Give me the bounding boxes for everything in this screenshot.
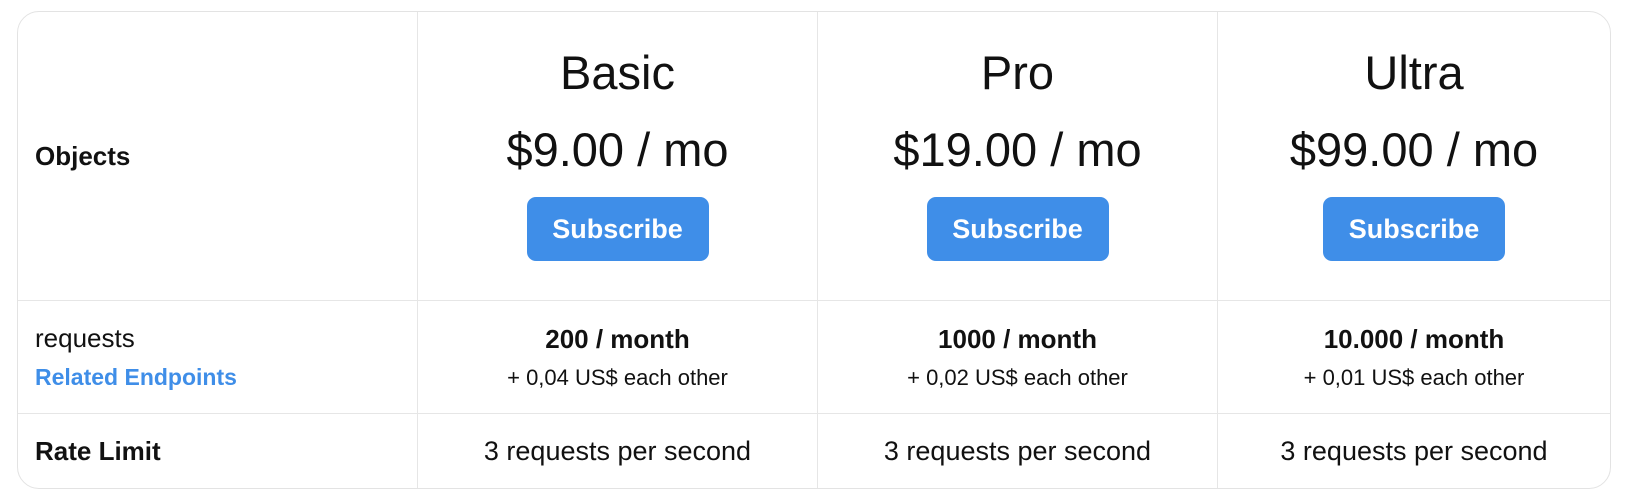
quota-value: 1000 / month bbox=[938, 323, 1097, 354]
rate-limit-label: Rate Limit bbox=[35, 435, 161, 466]
plan-pro-header: Pro $19.00 / mo Subscribe bbox=[818, 12, 1218, 301]
plan-price: $99.00 / mo bbox=[1289, 123, 1539, 176]
header-label-cell: Objects bbox=[18, 12, 418, 301]
rate-limit-pro-cell: 3 requests per second bbox=[818, 414, 1218, 488]
pricing-table: Objects Basic $9.00 / mo Subscribe Pro $… bbox=[17, 11, 1611, 489]
requests-pro-cell: 1000 / month + 0,02 US$ each other bbox=[818, 301, 1218, 414]
overage-value: + 0,04 US$ each other bbox=[507, 364, 728, 390]
rate-limit-value: 3 requests per second bbox=[883, 435, 1152, 466]
plan-price: $19.00 / mo bbox=[893, 123, 1142, 176]
plan-ultra-header: Ultra $99.00 / mo Subscribe bbox=[1218, 12, 1610, 301]
rate-limit-label-cell: Rate Limit bbox=[18, 414, 418, 488]
requests-label-cell: requests Related Endpoints bbox=[18, 301, 418, 414]
requests-label: requests bbox=[35, 323, 135, 353]
plan-name: Ultra bbox=[1364, 46, 1464, 99]
rate-limit-value: 3 requests per second bbox=[483, 435, 752, 466]
quota-value: 10.000 / month bbox=[1323, 323, 1505, 354]
related-endpoints-link[interactable]: Related Endpoints bbox=[35, 364, 237, 391]
quota-value: 200 / month bbox=[545, 323, 690, 354]
rate-limit-ultra-cell: 3 requests per second bbox=[1218, 414, 1610, 488]
requests-basic-cell: 200 / month + 0,04 US$ each other bbox=[418, 301, 818, 414]
plan-basic-header: Basic $9.00 / mo Subscribe bbox=[418, 12, 818, 301]
objects-header: Objects bbox=[35, 140, 131, 171]
plan-name: Pro bbox=[980, 46, 1055, 99]
subscribe-pro-button[interactable]: Subscribe bbox=[926, 197, 1109, 261]
plan-name: Basic bbox=[560, 46, 675, 99]
rate-limit-value: 3 requests per second bbox=[1280, 435, 1548, 466]
requests-ultra-cell: 10.000 / month + 0,01 US$ each other bbox=[1218, 301, 1610, 414]
overage-value: + 0,01 US$ each other bbox=[1303, 364, 1525, 390]
subscribe-ultra-button[interactable]: Subscribe bbox=[1323, 197, 1505, 261]
overage-value: + 0,02 US$ each other bbox=[907, 364, 1128, 390]
subscribe-basic-button[interactable]: Subscribe bbox=[526, 197, 709, 261]
rate-limit-basic-cell: 3 requests per second bbox=[418, 414, 818, 488]
plan-price: $9.00 / mo bbox=[506, 123, 729, 176]
